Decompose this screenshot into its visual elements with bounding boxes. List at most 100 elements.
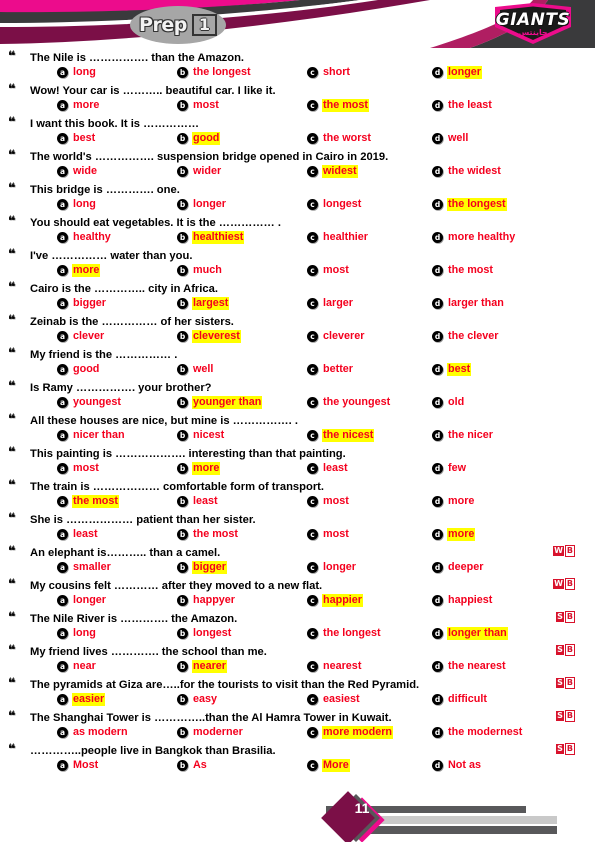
option-d[interactable]: d more — [432, 526, 476, 543]
option-a[interactable]: a as modern — [57, 724, 129, 741]
option-c[interactable]: c short — [307, 64, 351, 81]
option-b[interactable]: b well — [177, 361, 214, 378]
option-text: widest — [322, 165, 358, 178]
option-c[interactable]: c longer — [307, 559, 357, 576]
option-a[interactable]: a good — [57, 361, 100, 378]
option-c[interactable]: c the most — [307, 97, 369, 114]
option-a[interactable]: a nicer than — [57, 427, 126, 444]
option-d[interactable]: d the widest — [432, 163, 502, 180]
page-header: Prep 1 GIANTS جاينتس — [0, 0, 595, 48]
option-a[interactable]: a bigger — [57, 295, 107, 312]
option-d[interactable]: d deeper — [432, 559, 484, 576]
option-c[interactable]: c the worst — [307, 130, 372, 147]
option-c[interactable]: c widest — [307, 163, 358, 180]
option-a[interactable]: a smaller — [57, 559, 112, 576]
option-b[interactable]: b longest — [177, 625, 232, 642]
option-b[interactable]: b more — [177, 460, 221, 477]
option-text: better — [323, 363, 353, 375]
option-c[interactable]: c more modern — [307, 724, 393, 741]
option-d[interactable]: d longer — [432, 64, 482, 81]
option-b[interactable]: b wider — [177, 163, 222, 180]
option-a[interactable]: a long — [57, 625, 97, 642]
option-c[interactable]: c the youngest — [307, 394, 391, 411]
option-c[interactable]: c least — [307, 460, 349, 477]
option-d[interactable]: d the most — [432, 262, 494, 279]
option-a[interactable]: a more — [57, 97, 100, 114]
option-a[interactable]: a more — [57, 262, 101, 279]
option-c[interactable]: c larger — [307, 295, 354, 312]
option-letter-badge: a — [57, 265, 68, 276]
option-b[interactable]: b happyer — [177, 592, 236, 609]
option-d[interactable]: d well — [432, 130, 469, 147]
option-c[interactable]: c most — [307, 493, 350, 510]
option-c[interactable]: c most — [307, 262, 350, 279]
question-line: ❝ Is Ramy ……………. your brother? — [8, 378, 587, 394]
option-d[interactable]: d more — [432, 493, 475, 510]
option-b[interactable]: b the longest — [177, 64, 252, 81]
option-c[interactable]: c happier — [307, 592, 363, 609]
option-b[interactable]: b least — [177, 493, 219, 510]
option-d[interactable]: d old — [432, 394, 465, 411]
option-d[interactable]: d the nicer — [432, 427, 494, 444]
option-letter-badge: a — [57, 430, 68, 441]
option-b[interactable]: b much — [177, 262, 223, 279]
option-a[interactable]: a Most — [57, 757, 99, 774]
option-a[interactable]: a youngest — [57, 394, 122, 411]
option-b[interactable]: b nearer — [177, 658, 228, 675]
option-b[interactable]: b younger than — [177, 394, 263, 411]
option-a[interactable]: a most — [57, 460, 100, 477]
option-b[interactable]: b healthiest — [177, 229, 245, 246]
option-d[interactable]: d best — [432, 361, 472, 378]
option-d[interactable]: d Not as — [432, 757, 482, 774]
option-b[interactable]: b bigger — [177, 559, 227, 576]
option-a[interactable]: a long — [57, 196, 97, 213]
option-a[interactable]: a clever — [57, 328, 105, 345]
option-d[interactable]: d happiest — [432, 592, 493, 609]
option-a[interactable]: a near — [57, 658, 97, 675]
option-c[interactable]: c longest — [307, 196, 362, 213]
option-b[interactable]: b the most — [177, 526, 239, 543]
option-a[interactable]: a the most — [57, 493, 119, 510]
option-d[interactable]: d more healthy — [432, 229, 516, 246]
option-b[interactable]: b moderner — [177, 724, 244, 741]
option-b[interactable]: b longer — [177, 196, 227, 213]
option-c[interactable]: c the longest — [307, 625, 382, 642]
option-c[interactable]: c cleverer — [307, 328, 365, 345]
option-b[interactable]: b cleverest — [177, 328, 241, 345]
option-a[interactable]: a wide — [57, 163, 98, 180]
option-letter-badge: b — [177, 298, 188, 309]
option-d[interactable]: d the clever — [432, 328, 499, 345]
option-text: best — [73, 132, 96, 144]
option-c[interactable]: c better — [307, 361, 354, 378]
option-d[interactable]: d the nearest — [432, 658, 507, 675]
option-d[interactable]: d difficult — [432, 691, 488, 708]
option-c[interactable]: c More — [307, 757, 350, 774]
option-d[interactable]: d the modernest — [432, 724, 523, 741]
option-d[interactable]: d the longest — [432, 196, 507, 213]
option-text: the most — [72, 495, 119, 508]
option-d[interactable]: d the least — [432, 97, 493, 114]
option-b[interactable]: b good — [177, 130, 221, 147]
option-b[interactable]: b most — [177, 97, 220, 114]
option-d[interactable]: d larger than — [432, 295, 505, 312]
option-c[interactable]: c easiest — [307, 691, 361, 708]
option-letter-badge: d — [432, 595, 443, 606]
option-c[interactable]: c most — [307, 526, 350, 543]
option-d[interactable]: d few — [432, 460, 467, 477]
option-a[interactable]: a best — [57, 130, 96, 147]
option-letter-badge: b — [177, 562, 188, 573]
option-b[interactable]: b As — [177, 757, 208, 774]
option-c[interactable]: c nearest — [307, 658, 362, 675]
option-b[interactable]: b easy — [177, 691, 218, 708]
option-c[interactable]: c healthier — [307, 229, 369, 246]
option-a[interactable]: a healthy — [57, 229, 112, 246]
option-a[interactable]: a longer — [57, 592, 107, 609]
option-letter-badge: b — [177, 430, 188, 441]
option-b[interactable]: b largest — [177, 295, 230, 312]
option-c[interactable]: c the nicest — [307, 427, 375, 444]
option-d[interactable]: d longer than — [432, 625, 508, 642]
option-a[interactable]: a long — [57, 64, 97, 81]
option-a[interactable]: a least — [57, 526, 99, 543]
option-b[interactable]: b nicest — [177, 427, 225, 444]
option-a[interactable]: a easier — [57, 691, 106, 708]
